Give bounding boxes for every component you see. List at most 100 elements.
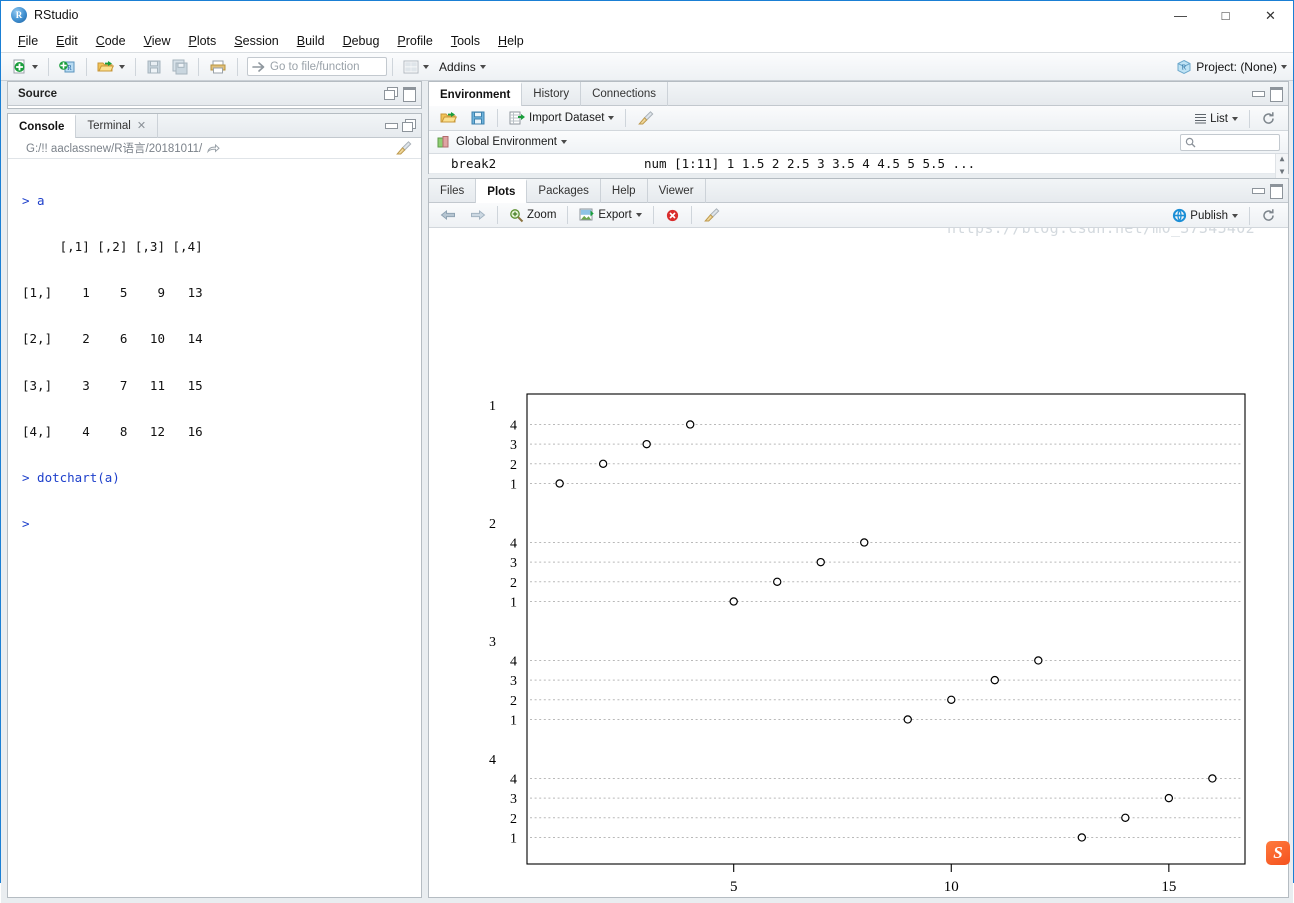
source-restore-icon[interactable] [384, 87, 398, 100]
dotchart-point [685, 420, 695, 429]
menu-session[interactable]: Session [225, 32, 287, 50]
menu-help[interactable]: Help [489, 32, 533, 50]
watermark-text: https://blog.csdn.net/m0_37345402 [947, 228, 1255, 237]
search-icon [1185, 137, 1196, 148]
tab-packages[interactable]: Packages [527, 178, 601, 203]
dotchart-item-label: 4 [510, 654, 517, 669]
console-output[interactable]: > a [,1] [,2] [,3] [,4] [1,] 1 5 9 13 [2… [8, 159, 421, 563]
new-file-button[interactable] [8, 56, 42, 78]
panes-container: Source Console Terminal ✕ G:/!! aaclassn… [1, 81, 1293, 903]
environment-variable-name: break2 [451, 156, 497, 171]
previous-plot-button[interactable] [435, 205, 462, 225]
menu-file[interactable]: File [9, 32, 47, 50]
tab-console[interactable]: Console [8, 113, 77, 138]
view-mode-button[interactable]: List [1189, 109, 1243, 129]
environment-scope-caret-icon[interactable] [561, 140, 567, 144]
tab-connections[interactable]: Connections [581, 81, 669, 106]
tab-help[interactable]: Help [601, 178, 648, 203]
console-prompt: > [22, 516, 38, 532]
panes-layout-caret-icon[interactable] [423, 64, 429, 69]
refresh-plot-button[interactable] [1256, 206, 1281, 226]
table-row[interactable]: break2 num [1:11] 1 1.5 2 2.5 3 3.5 4 4.… [429, 154, 1288, 174]
export-plot-button[interactable]: Export [574, 205, 646, 225]
save-all-button[interactable] [168, 56, 192, 78]
menu-build[interactable]: Build [288, 32, 334, 50]
environment-scope-label[interactable]: Global Environment [456, 136, 557, 148]
tab-terminal[interactable]: Terminal ✕ [76, 113, 159, 138]
environment-maximize-icon[interactable] [1269, 87, 1283, 102]
menu-debug[interactable]: Debug [334, 32, 389, 50]
addins-button[interactable]: Addins [435, 56, 490, 78]
plots-minimize-icon[interactable] [1251, 184, 1265, 196]
console-minimize-icon[interactable] [384, 119, 398, 131]
open-file-caret-icon[interactable] [119, 64, 125, 69]
new-file-icon [13, 59, 25, 73]
console-line: > a [22, 192, 45, 208]
view-mode-caret-icon[interactable] [1232, 116, 1238, 121]
environment-minimize-icon[interactable] [1251, 87, 1265, 99]
refresh-icon [1263, 112, 1274, 124]
console-working-directory[interactable]: G:/!! aaclassnew/R语言/20181011/ [26, 140, 202, 156]
environment-variable-value: num [1:11] 1 1.5 2 2.5 3 3.5 4 4.5 5 5.5… [644, 156, 976, 171]
plots-maximize-icon[interactable] [1269, 184, 1283, 199]
save-workspace-button[interactable] [465, 108, 491, 128]
environment-search-input[interactable] [1180, 134, 1280, 151]
plot-output-area[interactable]: 1 4 3 2 1 2 4 3 2 1 3 4 3 2 1 4 4 3 2 1 5 10 15 https://blog.c… [429, 228, 1288, 896]
menu-plots[interactable]: Plots [179, 32, 225, 50]
sogou-ime-icon[interactable]: S [1266, 841, 1290, 865]
refresh-environment-button[interactable] [1256, 109, 1281, 129]
close-button[interactable]: ✕ [1248, 1, 1293, 30]
scroll-down-icon[interactable]: ▼ [1276, 167, 1288, 177]
save-all-icon [172, 59, 188, 74]
tab-viewer[interactable]: Viewer [648, 178, 706, 203]
menu-tools[interactable]: Tools [442, 32, 489, 50]
clear-workspace-button[interactable] [632, 108, 660, 128]
tab-terminal-close-icon[interactable]: ✕ [137, 119, 146, 132]
next-plot-button[interactable] [464, 205, 491, 225]
maximize-button[interactable]: □ [1203, 1, 1248, 30]
project-caret-icon[interactable] [1281, 65, 1287, 69]
menu-edit[interactable]: Edit [47, 32, 87, 50]
tab-plots[interactable]: Plots [476, 178, 528, 203]
remove-plot-button[interactable] [660, 205, 685, 225]
addins-caret-icon[interactable] [479, 64, 486, 69]
open-in-explorer-icon[interactable] [207, 143, 220, 154]
print-button[interactable] [205, 56, 231, 78]
save-button[interactable] [142, 56, 166, 78]
export-plot-caret-icon[interactable] [635, 213, 642, 217]
open-file-button[interactable] [93, 56, 129, 78]
window-controls: — □ ✕ [1158, 1, 1293, 30]
clear-all-plots-button[interactable] [698, 205, 726, 225]
scroll-up-icon[interactable]: ▲ [1276, 154, 1288, 164]
broom-icon[interactable] [395, 140, 413, 156]
console-restore-icon[interactable] [402, 119, 416, 132]
publish-button[interactable]: Publish [1167, 206, 1243, 226]
panes-layout-button[interactable] [399, 56, 433, 78]
toolbar-separator [497, 206, 498, 224]
toolbar-separator [48, 57, 49, 76]
publish-caret-icon[interactable] [1232, 213, 1238, 218]
minimize-button[interactable]: — [1158, 1, 1203, 30]
environment-scrollbar[interactable]: ▲ ▼ [1275, 154, 1288, 178]
project-selector[interactable]: R Project: (None) [1176, 53, 1287, 81]
new-file-caret-icon[interactable] [32, 64, 38, 69]
tab-environment[interactable]: Environment [429, 81, 523, 106]
tab-console-label: Console [19, 120, 65, 133]
import-dataset-caret-icon[interactable] [608, 116, 615, 120]
zoom-plot-button[interactable]: Zoom [504, 205, 561, 225]
menu-view[interactable]: View [135, 32, 180, 50]
menu-code[interactable]: Code [87, 32, 135, 50]
dotchart-group-label: 3 [489, 635, 496, 650]
menu-profile[interactable]: Profile [388, 32, 441, 50]
new-project-button[interactable]: R [55, 56, 80, 78]
environment-variable-list[interactable]: break2 num [1:11] 1 1.5 2 2.5 3 3.5 4 4.… [429, 154, 1288, 178]
source-maximize-icon[interactable] [402, 87, 416, 102]
dotchart-point [1164, 793, 1174, 803]
dotchart-point [816, 557, 825, 567]
tab-history[interactable]: History [522, 81, 582, 106]
load-workspace-button[interactable] [435, 108, 463, 128]
tab-files[interactable]: Files [429, 178, 477, 203]
save-icon [147, 60, 161, 73]
goto-file-function-input[interactable]: Go to file/function [247, 57, 387, 76]
import-dataset-button[interactable]: Import Dataset [504, 108, 619, 128]
